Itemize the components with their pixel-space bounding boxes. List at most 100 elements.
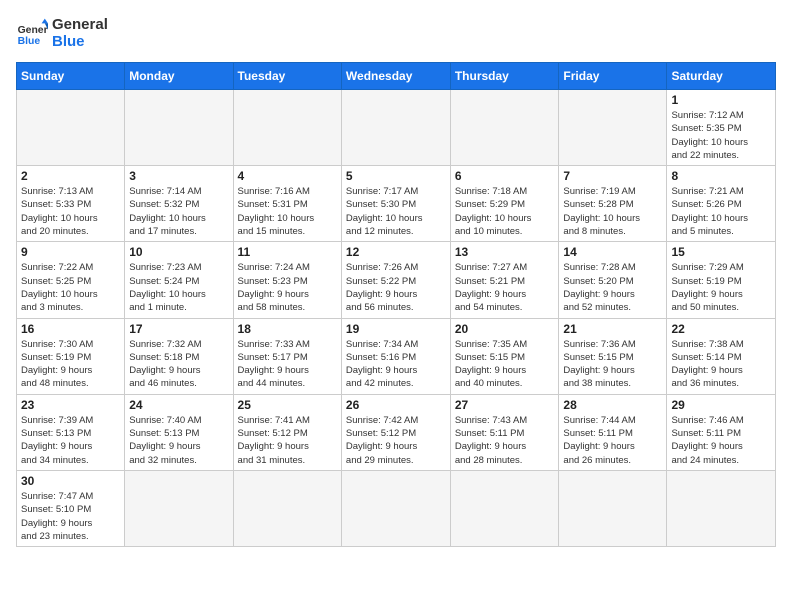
logo-icon: General Blue — [16, 17, 48, 49]
cell-content: Sunrise: 7:29 AM Sunset: 5:19 PM Dayligh… — [671, 261, 771, 314]
calendar-cell — [450, 90, 559, 166]
calendar-cell: 11 Sunrise: 7:24 AM Sunset: 5:23 PM Dayli… — [233, 242, 341, 318]
cell-content: Sunrise: 7:27 AM Sunset: 5:21 PM Dayligh… — [455, 261, 555, 314]
day-header-saturday: Saturday — [667, 63, 776, 90]
day-number: 16 — [21, 322, 120, 336]
calendar-cell: 7 Sunrise: 7:19 AM Sunset: 5:28 PM Daylig… — [559, 166, 667, 242]
day-number: 5 — [346, 169, 446, 183]
day-number: 28 — [563, 398, 662, 412]
cell-content: Sunrise: 7:40 AM Sunset: 5:13 PM Dayligh… — [129, 414, 228, 467]
calendar-cell — [17, 90, 125, 166]
cell-content: Sunrise: 7:47 AM Sunset: 5:10 PM Dayligh… — [21, 490, 120, 543]
day-number: 2 — [21, 169, 120, 183]
day-header-wednesday: Wednesday — [341, 63, 450, 90]
day-number: 3 — [129, 169, 228, 183]
day-number: 12 — [346, 245, 446, 259]
cell-content: Sunrise: 7:32 AM Sunset: 5:18 PM Dayligh… — [129, 338, 228, 391]
cell-content: Sunrise: 7:33 AM Sunset: 5:17 PM Dayligh… — [238, 338, 337, 391]
svg-text:Blue: Blue — [18, 36, 41, 47]
calendar-cell: 9 Sunrise: 7:22 AM Sunset: 5:25 PM Daylig… — [17, 242, 125, 318]
day-number: 7 — [563, 169, 662, 183]
calendar-cell: 4 Sunrise: 7:16 AM Sunset: 5:31 PM Daylig… — [233, 166, 341, 242]
calendar-cell: 25Sunrise: 7:41 AM Sunset: 5:12 PM Dayli… — [233, 394, 341, 470]
calendar-cell — [233, 90, 341, 166]
calendar-cell — [233, 470, 341, 546]
calendar-cell: 24 Sunrise: 7:40 AM Sunset: 5:13 PM Dayli… — [125, 394, 233, 470]
svg-text:General: General — [18, 25, 48, 36]
calendar-cell: 8Sunrise: 7:21 AM Sunset: 5:26 PM Daylig… — [667, 166, 776, 242]
cell-content: Sunrise: 7:43 AM Sunset: 5:11 PM Dayligh… — [455, 414, 555, 467]
calendar-cell — [559, 470, 667, 546]
cell-content: Sunrise: 7:44 AM Sunset: 5:11 PM Dayligh… — [563, 414, 662, 467]
day-number: 6 — [455, 169, 555, 183]
calendar-cell — [559, 90, 667, 166]
day-number: 24 — [129, 398, 228, 412]
cell-content: Sunrise: 7:46 AM Sunset: 5:11 PM Dayligh… — [671, 414, 771, 467]
calendar-cell: 2Sunrise: 7:13 AM Sunset: 5:33 PM Daylig… — [17, 166, 125, 242]
calendar-cell — [667, 470, 776, 546]
cell-content: Sunrise: 7:28 AM Sunset: 5:20 PM Dayligh… — [563, 261, 662, 314]
cell-content: Sunrise: 7:16 AM Sunset: 5:31 PM Dayligh… — [238, 185, 337, 238]
calendar-cell: 12Sunrise: 7:26 AM Sunset: 5:22 PM Dayli… — [341, 242, 450, 318]
day-number: 4 — [238, 169, 337, 183]
calendar-cell — [125, 90, 233, 166]
calendar-cell: 16 Sunrise: 7:30 AM Sunset: 5:19 PM Dayli… — [17, 318, 125, 394]
calendar-cell: 20 Sunrise: 7:35 AM Sunset: 5:15 PM Dayli… — [450, 318, 559, 394]
calendar-week-2: 9 Sunrise: 7:22 AM Sunset: 5:25 PM Daylig… — [17, 242, 776, 318]
day-number: 20 — [455, 322, 555, 336]
cell-content: Sunrise: 7:12 AM Sunset: 5:35 PM Dayligh… — [671, 109, 771, 162]
cell-content: Sunrise: 7:24 AM Sunset: 5:23 PM Dayligh… — [238, 261, 337, 314]
day-number: 22 — [671, 322, 771, 336]
calendar-cell: 21Sunrise: 7:36 AM Sunset: 5:15 PM Dayli… — [559, 318, 667, 394]
calendar-cell — [341, 470, 450, 546]
calendar-week-0: 1 Sunrise: 7:12 AM Sunset: 5:35 PM Daylig… — [17, 90, 776, 166]
day-number: 26 — [346, 398, 446, 412]
day-number: 13 — [455, 245, 555, 259]
cell-content: Sunrise: 7:14 AM Sunset: 5:32 PM Dayligh… — [129, 185, 228, 238]
calendar-cell: 10Sunrise: 7:23 AM Sunset: 5:24 PM Dayli… — [125, 242, 233, 318]
calendar-cell: 22 Sunrise: 7:38 AM Sunset: 5:14 PM Dayli… — [667, 318, 776, 394]
cell-content: Sunrise: 7:23 AM Sunset: 5:24 PM Dayligh… — [129, 261, 228, 314]
day-number: 11 — [238, 245, 337, 259]
cell-content: Sunrise: 7:30 AM Sunset: 5:19 PM Dayligh… — [21, 338, 120, 391]
calendar-cell — [125, 470, 233, 546]
calendar-cell: 6 Sunrise: 7:18 AM Sunset: 5:29 PM Daylig… — [450, 166, 559, 242]
day-number: 23 — [21, 398, 120, 412]
day-header-sunday: Sunday — [17, 63, 125, 90]
cell-content: Sunrise: 7:22 AM Sunset: 5:25 PM Dayligh… — [21, 261, 120, 314]
cell-content: Sunrise: 7:21 AM Sunset: 5:26 PM Dayligh… — [671, 185, 771, 238]
cell-content: Sunrise: 7:17 AM Sunset: 5:30 PM Dayligh… — [346, 185, 446, 238]
calendar-header-row: SundayMondayTuesdayWednesdayThursdayFrid… — [17, 63, 776, 90]
day-header-friday: Friday — [559, 63, 667, 90]
calendar-cell: 26 Sunrise: 7:42 AM Sunset: 5:12 PM Dayli… — [341, 394, 450, 470]
day-header-monday: Monday — [125, 63, 233, 90]
calendar-week-1: 2Sunrise: 7:13 AM Sunset: 5:33 PM Daylig… — [17, 166, 776, 242]
calendar-cell: 29 Sunrise: 7:46 AM Sunset: 5:11 PM Dayli… — [667, 394, 776, 470]
day-number: 29 — [671, 398, 771, 412]
cell-content: Sunrise: 7:19 AM Sunset: 5:28 PM Dayligh… — [563, 185, 662, 238]
day-number: 17 — [129, 322, 228, 336]
cell-content: Sunrise: 7:35 AM Sunset: 5:15 PM Dayligh… — [455, 338, 555, 391]
cell-content: Sunrise: 7:41 AM Sunset: 5:12 PM Dayligh… — [238, 414, 337, 467]
calendar-cell: 27Sunrise: 7:43 AM Sunset: 5:11 PM Dayli… — [450, 394, 559, 470]
cell-content: Sunrise: 7:42 AM Sunset: 5:12 PM Dayligh… — [346, 414, 446, 467]
cell-content: Sunrise: 7:18 AM Sunset: 5:29 PM Dayligh… — [455, 185, 555, 238]
logo-blue-text: Blue — [52, 33, 108, 50]
day-number: 18 — [238, 322, 337, 336]
calendar-cell: 28 Sunrise: 7:44 AM Sunset: 5:11 PM Dayli… — [559, 394, 667, 470]
day-number: 14 — [563, 245, 662, 259]
calendar-cell: 30Sunrise: 7:47 AM Sunset: 5:10 PM Dayli… — [17, 470, 125, 546]
calendar-cell: 13 Sunrise: 7:27 AM Sunset: 5:21 PM Dayli… — [450, 242, 559, 318]
day-number: 1 — [671, 93, 771, 107]
header: General Blue General Blue — [16, 16, 776, 50]
calendar: SundayMondayTuesdayWednesdayThursdayFrid… — [16, 62, 776, 547]
calendar-cell: 23Sunrise: 7:39 AM Sunset: 5:13 PM Dayli… — [17, 394, 125, 470]
day-number: 9 — [21, 245, 120, 259]
cell-content: Sunrise: 7:38 AM Sunset: 5:14 PM Dayligh… — [671, 338, 771, 391]
calendar-cell: 1 Sunrise: 7:12 AM Sunset: 5:35 PM Daylig… — [667, 90, 776, 166]
calendar-week-3: 16 Sunrise: 7:30 AM Sunset: 5:19 PM Dayli… — [17, 318, 776, 394]
calendar-cell: 3 Sunrise: 7:14 AM Sunset: 5:32 PM Daylig… — [125, 166, 233, 242]
calendar-cell: 17 Sunrise: 7:32 AM Sunset: 5:18 PM Dayli… — [125, 318, 233, 394]
logo: General Blue General Blue — [16, 16, 108, 50]
day-number: 15 — [671, 245, 771, 259]
